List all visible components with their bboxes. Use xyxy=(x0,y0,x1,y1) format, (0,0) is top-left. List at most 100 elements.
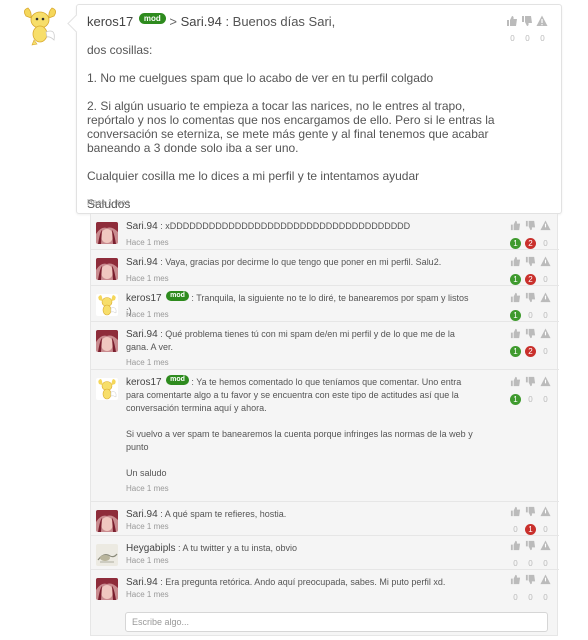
thumbs-up-icon[interactable] xyxy=(510,540,521,551)
red-hair-avatar[interactable] xyxy=(96,510,118,532)
report-warning-icon[interactable] xyxy=(540,256,551,267)
replies-thread: Sari.94 : xDDDDDDDDDDDDDDDDDDDDDDDDDDDDD… xyxy=(90,214,559,636)
main-comment-avatar[interactable] xyxy=(22,6,58,46)
thumbs-down-icon[interactable] xyxy=(525,540,536,551)
author-name[interactable]: Sari.94 xyxy=(126,221,158,232)
downvote-count: 0 xyxy=(528,559,533,568)
downvote-count: 1 xyxy=(525,524,536,535)
reply-timestamp[interactable]: Hace 1 mes xyxy=(126,358,169,367)
reply-item: Sari.94 : A qué spam te refieres, hostia… xyxy=(91,502,559,536)
report-warning-icon[interactable] xyxy=(536,15,548,27)
sketch-avatar[interactable] xyxy=(96,544,118,566)
reply-body: Sari.94 : xDDDDDDDDDDDDDDDDDDDDDDDDDDDDD… xyxy=(126,220,476,233)
vote-controls: 1 2 0 xyxy=(509,220,553,250)
report-count: 0 xyxy=(543,525,548,534)
reply-timestamp[interactable]: Hace 1 mes xyxy=(126,590,169,599)
red-hair-avatar[interactable] xyxy=(96,258,118,280)
comment-timestamp[interactable]: Hace 1 mes xyxy=(87,198,130,207)
author-name[interactable]: keros17 xyxy=(126,377,162,388)
report-count: 0 xyxy=(543,347,548,356)
recipient-name[interactable]: Sari.94 xyxy=(181,14,222,29)
vote-controls: 0 0 0 xyxy=(505,15,549,45)
author-name[interactable]: Sari.94 xyxy=(126,577,158,588)
reply-message: : A qué spam te refieres, hostia. xyxy=(160,509,287,519)
reply-message: Un saludo xyxy=(126,468,167,478)
red-hair-avatar[interactable] xyxy=(96,222,118,244)
thumbs-down-icon[interactable] xyxy=(525,292,536,303)
author-name[interactable]: Sari.94 xyxy=(126,257,158,268)
report-warning-icon[interactable] xyxy=(540,220,551,231)
downvote-count: 0 xyxy=(528,311,533,320)
main-comment: keros17 mod > Sari.94 : Buenos días Sari… xyxy=(76,4,562,214)
thumbs-up-icon[interactable] xyxy=(510,328,521,339)
author-name[interactable]: Heygabipls xyxy=(126,543,175,554)
thumbs-up-icon[interactable] xyxy=(510,220,521,231)
reply-timestamp[interactable]: Hace 1 mes xyxy=(126,310,169,319)
reply-timestamp[interactable]: Hace 1 mes xyxy=(126,274,169,283)
author-name[interactable]: keros17 xyxy=(87,14,133,29)
reply-item: Sari.94 : xDDDDDDDDDDDDDDDDDDDDDDDDDDDDD… xyxy=(91,214,559,250)
yellow-creature-avatar[interactable] xyxy=(96,378,118,400)
reply-timestamp[interactable]: Hace 1 mes xyxy=(126,238,169,247)
reply-message: : xDDDDDDDDDDDDDDDDDDDDDDDDDDDDDDDDDDDDD xyxy=(160,221,411,231)
reply-body: Sari.94 : Era pregunta retórica. Ando aq… xyxy=(126,576,476,589)
downvote-count: 0 xyxy=(528,395,533,404)
thumbs-up-icon[interactable] xyxy=(510,506,521,517)
comment-paragraph: Cualquier cosilla me lo dices a mi perfi… xyxy=(87,169,420,183)
red-hair-avatar[interactable] xyxy=(96,578,118,600)
reply-body: Sari.94 : A qué spam te refieres, hostia… xyxy=(126,508,476,521)
reply-item: Sari.94 : Qué problema tienes tú con mi … xyxy=(91,322,559,370)
upvote-count: 1 xyxy=(510,274,521,285)
yellow-creature-avatar[interactable] xyxy=(96,294,118,316)
red-hair-avatar[interactable] xyxy=(96,330,118,352)
reply-timestamp[interactable]: Hace 1 mes xyxy=(126,522,169,531)
thumbs-down-icon[interactable] xyxy=(525,256,536,267)
report-warning-icon[interactable] xyxy=(540,506,551,517)
thumbs-down-icon[interactable] xyxy=(521,15,533,27)
report-warning-icon[interactable] xyxy=(540,376,551,387)
upvote-count: 0 xyxy=(510,34,515,43)
thumbs-up-icon[interactable] xyxy=(510,376,521,387)
report-count: 0 xyxy=(543,311,548,320)
thumbs-down-icon[interactable] xyxy=(525,328,536,339)
upvote-count: 0 xyxy=(513,593,518,602)
comment-paragraph: dos cosillas: xyxy=(87,43,153,57)
thumbs-down-icon[interactable] xyxy=(525,574,536,585)
thumbs-down-icon[interactable] xyxy=(525,220,536,231)
author-name[interactable]: Sari.94 xyxy=(126,329,158,340)
report-warning-icon[interactable] xyxy=(540,328,551,339)
thumbs-up-icon[interactable] xyxy=(510,574,521,585)
thumbs-up-icon[interactable] xyxy=(506,15,518,27)
report-warning-icon[interactable] xyxy=(540,574,551,585)
reply-item: keros17 mod : Tranquila, la siguiente no… xyxy=(91,286,559,322)
mod-badge: mod xyxy=(166,375,189,385)
downvote-count: 2 xyxy=(525,346,536,357)
reply-timestamp[interactable]: Hace 1 mes xyxy=(126,484,169,493)
reply-timestamp[interactable]: Hace 1 mes xyxy=(126,556,169,565)
thumbs-down-icon[interactable] xyxy=(525,376,536,387)
author-name[interactable]: keros17 xyxy=(126,293,162,304)
vote-controls: 1 2 0 xyxy=(509,256,553,286)
reply-message: Si vuelvo a ver spam te banearemos la cu… xyxy=(126,429,473,452)
reply-arrow: > xyxy=(169,14,177,29)
vote-controls: 1 0 0 xyxy=(509,292,553,322)
report-count: 0 xyxy=(543,559,548,568)
upvote-count: 1 xyxy=(510,346,521,357)
report-warning-icon[interactable] xyxy=(540,292,551,303)
thumbs-up-icon[interactable] xyxy=(510,256,521,267)
author-name[interactable]: Sari.94 xyxy=(126,509,158,520)
comment-input[interactable]: Escribe algo... xyxy=(125,612,548,632)
comment-body: dos cosillas: 1. No me cuelgues spam que… xyxy=(87,43,497,211)
vote-controls: 0 1 0 xyxy=(509,506,553,536)
thumbs-down-icon[interactable] xyxy=(525,506,536,517)
downvote-count: 2 xyxy=(525,238,536,249)
upvote-count: 1 xyxy=(510,394,521,405)
reply-message: : Era pregunta retórica. Ando aquí preoc… xyxy=(160,577,446,587)
reply-item: Sari.94 : Era pregunta retórica. Ando aq… xyxy=(91,570,559,604)
reply-body: Sari.94 : Qué problema tienes tú con mi … xyxy=(126,328,476,354)
report-warning-icon[interactable] xyxy=(540,540,551,551)
thumbs-up-icon[interactable] xyxy=(510,292,521,303)
upvote-count: 0 xyxy=(513,559,518,568)
